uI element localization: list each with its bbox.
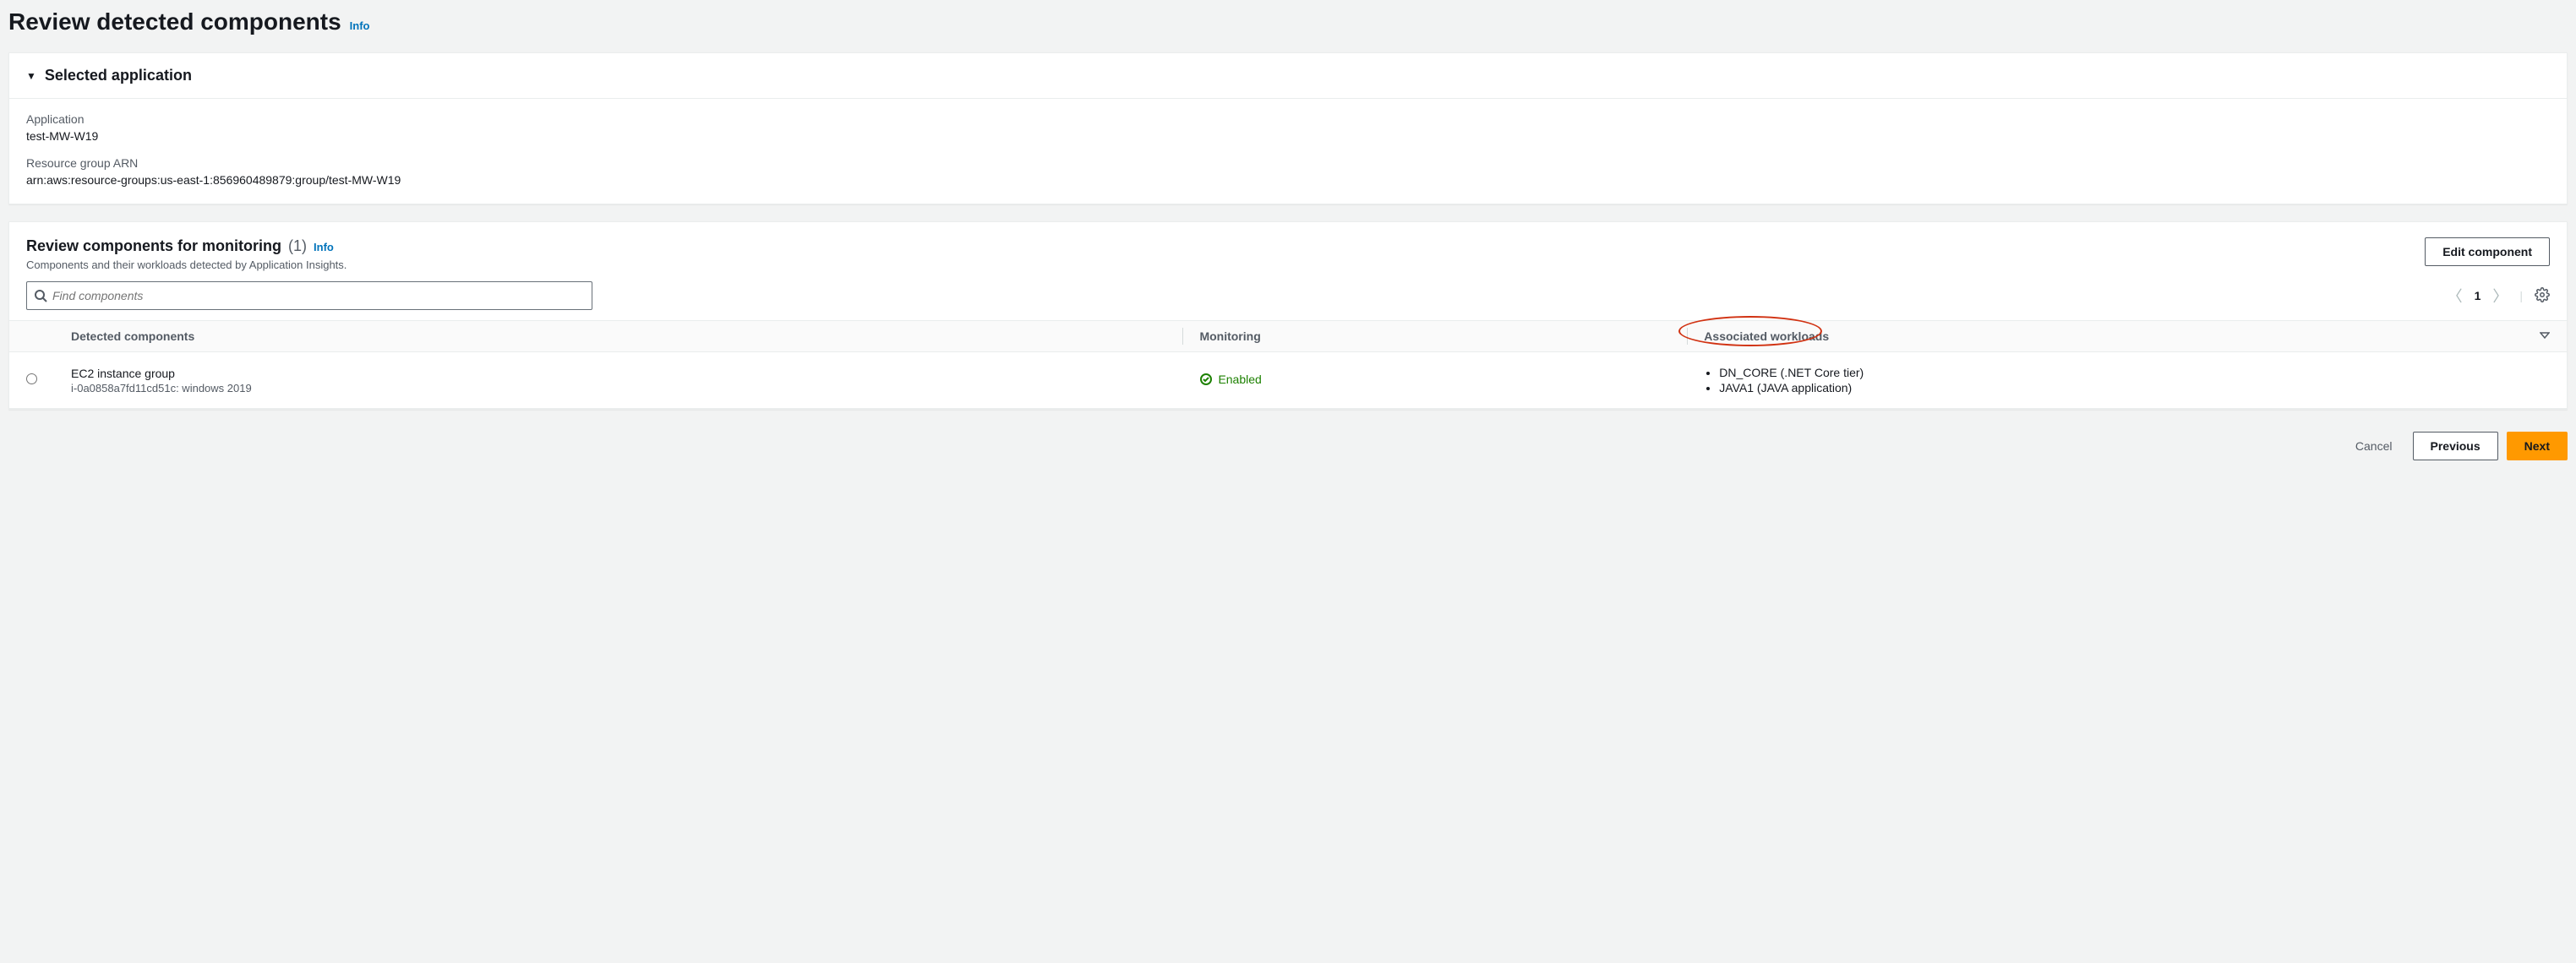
table-row[interactable]: EC2 instance group i-0a0858a7fd11cd51c: … bbox=[9, 352, 2567, 409]
selected-application-panel: ▼ Selected application Application test-… bbox=[8, 52, 2568, 204]
footer-actions: Cancel Previous Next bbox=[0, 427, 2576, 471]
search-input[interactable] bbox=[52, 289, 585, 302]
workloads-list: DN_CORE (.NET Core tier) JAVA1 (JAVA app… bbox=[1704, 366, 2550, 394]
col-associated-workloads[interactable]: Associated workloads bbox=[1687, 321, 2523, 352]
arn-value: arn:aws:resource-groups:us-east-1:856960… bbox=[26, 173, 2550, 187]
review-components-count: (1) bbox=[288, 237, 307, 255]
selected-application-header[interactable]: ▼ Selected application bbox=[9, 53, 2567, 99]
gear-icon[interactable] bbox=[2535, 287, 2550, 305]
application-value: test-MW-W19 bbox=[26, 129, 2550, 143]
col-associated-workloads-label: Associated workloads bbox=[1704, 329, 1829, 343]
next-button[interactable]: Next bbox=[2507, 432, 2568, 460]
page-number: 1 bbox=[2475, 289, 2481, 302]
arn-label: Resource group ARN bbox=[26, 156, 2550, 170]
check-circle-icon bbox=[1199, 373, 1213, 386]
monitoring-status: Enabled bbox=[1199, 373, 1261, 386]
components-table: Detected components Monitoring Associate… bbox=[9, 320, 2567, 409]
next-page-icon[interactable]: 〉 bbox=[2492, 285, 2508, 307]
review-components-description: Components and their workloads detected … bbox=[26, 258, 347, 271]
col-settings[interactable] bbox=[2523, 321, 2567, 352]
review-components-title: Review components for monitoring bbox=[26, 237, 281, 255]
caret-down-icon: ▼ bbox=[26, 70, 36, 82]
col-select bbox=[9, 321, 54, 352]
search-input-wrapper[interactable] bbox=[26, 281, 592, 310]
previous-button[interactable]: Previous bbox=[2413, 432, 2498, 460]
cancel-button[interactable]: Cancel bbox=[2344, 432, 2404, 460]
prev-page-icon[interactable]: 〈 bbox=[2448, 285, 2463, 307]
col-detected-components[interactable]: Detected components bbox=[54, 321, 1182, 352]
list-item: JAVA1 (JAVA application) bbox=[1719, 381, 2550, 394]
component-name: EC2 instance group bbox=[71, 367, 1165, 380]
page-info-link[interactable]: Info bbox=[350, 19, 370, 32]
component-subtext: i-0a0858a7fd11cd51c: windows 2019 bbox=[71, 382, 1165, 394]
column-settings-icon bbox=[2540, 330, 2550, 340]
application-label: Application bbox=[26, 112, 2550, 126]
page-title: Review detected components bbox=[8, 8, 341, 35]
edit-component-button[interactable]: Edit component bbox=[2425, 237, 2550, 266]
pager: 〈 1 〉 | bbox=[2448, 285, 2550, 307]
list-item: DN_CORE (.NET Core tier) bbox=[1719, 366, 2550, 379]
search-icon bbox=[34, 289, 47, 302]
col-monitoring[interactable]: Monitoring bbox=[1182, 321, 1687, 352]
review-info-link[interactable]: Info bbox=[314, 241, 334, 253]
selected-application-title: Selected application bbox=[45, 67, 192, 84]
monitoring-status-text: Enabled bbox=[1218, 373, 1261, 386]
row-select-radio[interactable] bbox=[26, 373, 37, 384]
review-components-panel: Review components for monitoring (1) Inf… bbox=[8, 221, 2568, 410]
